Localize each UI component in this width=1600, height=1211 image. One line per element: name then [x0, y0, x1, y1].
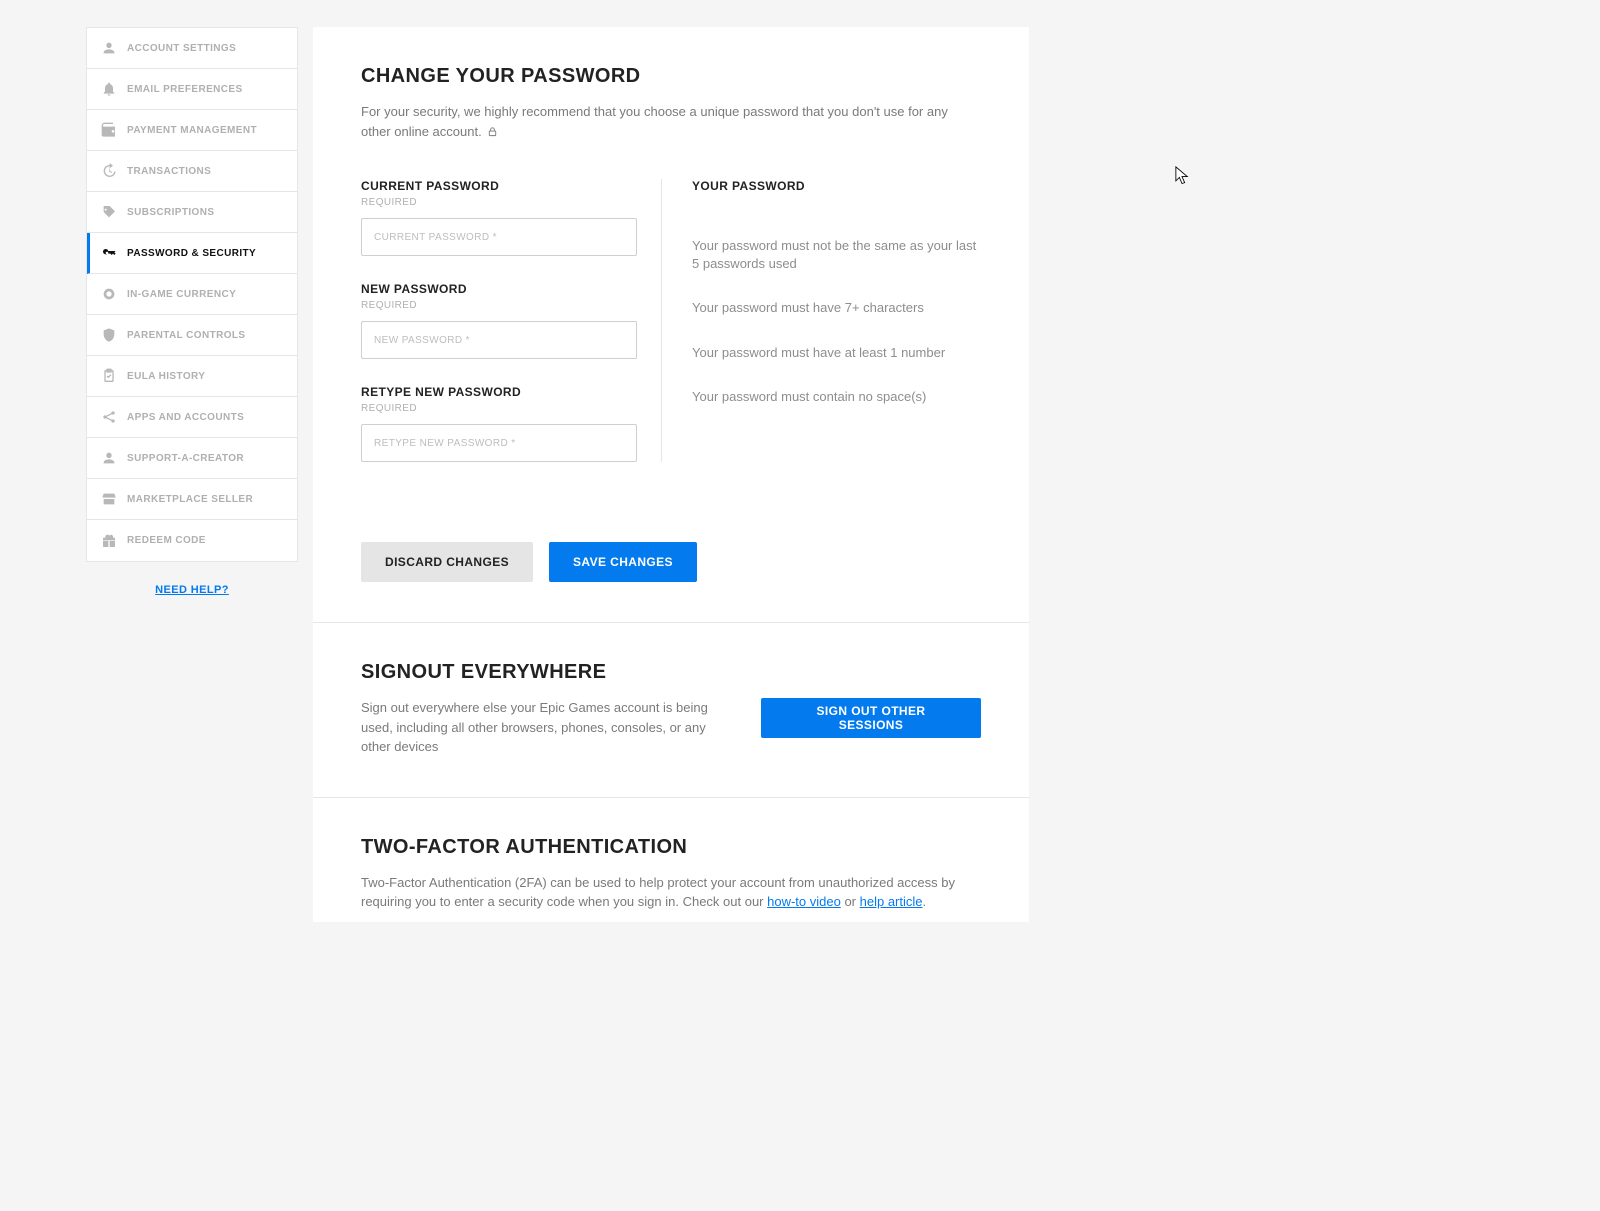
sidebar-item-label: IN-GAME CURRENCY: [127, 289, 236, 300]
shield-icon: [101, 327, 117, 343]
sidebar-item-label: PAYMENT MANAGEMENT: [127, 125, 257, 136]
password-rule: Your password must have at least 1 numbe…: [692, 344, 981, 362]
sidebar-item-redeem-code[interactable]: REDEEM CODE: [87, 520, 297, 561]
need-help-link[interactable]: NEED HELP?: [155, 584, 229, 596]
lock-icon: [487, 125, 498, 138]
sidebar-item-transactions[interactable]: TRANSACTIONS: [87, 151, 297, 192]
sidebar-item-label: EULA HISTORY: [127, 371, 205, 382]
two-factor-section: TWO-FACTOR AUTHENTICATION Two-Factor Aut…: [313, 798, 1029, 922]
signout-title: SIGNOUT EVERYWHERE: [361, 661, 981, 684]
password-rule: Your password must have 7+ characters: [692, 299, 981, 317]
person-icon: [101, 40, 117, 56]
clipboard-icon: [101, 368, 117, 384]
sidebar-item-label: PASSWORD & SECURITY: [127, 248, 256, 259]
sidebar-item-label: APPS AND ACCOUNTS: [127, 412, 244, 423]
current-password-label: CURRENT PASSWORD: [361, 179, 631, 193]
sidebar: ACCOUNT SETTINGS EMAIL PREFERENCES PAYME…: [86, 27, 298, 562]
coin-icon: [101, 286, 117, 302]
wallet-icon: [101, 122, 117, 138]
sidebar-item-label: REDEEM CODE: [127, 535, 206, 546]
password-rules-title: YOUR PASSWORD: [692, 179, 981, 193]
sidebar-item-label: SUBSCRIPTIONS: [127, 207, 214, 218]
password-rule: Your password must contain no space(s): [692, 388, 981, 406]
sidebar-item-marketplace-seller[interactable]: MARKETPLACE SELLER: [87, 479, 297, 520]
password-rules: YOUR PASSWORD Your password must not be …: [662, 179, 981, 462]
sidebar-item-eula-history[interactable]: EULA HISTORY: [87, 356, 297, 397]
password-form: CURRENT PASSWORD REQUIRED NEW PASSWORD R…: [361, 179, 661, 462]
new-password-label: NEW PASSWORD: [361, 282, 631, 296]
required-label: REQUIRED: [361, 300, 631, 311]
help-article-link[interactable]: help article: [860, 894, 923, 909]
change-password-description: For your security, we highly recommend t…: [361, 102, 981, 141]
current-password-input[interactable]: [361, 218, 637, 256]
required-label: REQUIRED: [361, 197, 631, 208]
sidebar-item-label: SUPPORT-A-CREATOR: [127, 453, 244, 464]
sidebar-item-email-preferences[interactable]: EMAIL PREFERENCES: [87, 69, 297, 110]
change-password-title: CHANGE YOUR PASSWORD: [361, 65, 981, 88]
bell-icon: [101, 81, 117, 97]
key-icon: [101, 245, 117, 261]
sidebar-item-parental-controls[interactable]: PARENTAL CONTROLS: [87, 315, 297, 356]
tag-icon: [101, 204, 117, 220]
sidebar-item-payment-management[interactable]: PAYMENT MANAGEMENT: [87, 110, 297, 151]
two-factor-title: TWO-FACTOR AUTHENTICATION: [361, 836, 981, 859]
discard-changes-button[interactable]: DISCARD CHANGES: [361, 542, 533, 582]
main-content: CHANGE YOUR PASSWORD For your security, …: [313, 27, 1029, 922]
person-icon: [101, 450, 117, 466]
sidebar-item-label: MARKETPLACE SELLER: [127, 494, 253, 505]
two-factor-description: Two-Factor Authentication (2FA) can be u…: [361, 873, 981, 912]
sidebar-item-in-game-currency[interactable]: IN-GAME CURRENCY: [87, 274, 297, 315]
sidebar-item-password-security[interactable]: PASSWORD & SECURITY: [87, 233, 297, 274]
sidebar-item-label: TRANSACTIONS: [127, 166, 211, 177]
retype-password-input[interactable]: [361, 424, 637, 462]
change-password-section: CHANGE YOUR PASSWORD For your security, …: [313, 27, 1029, 623]
password-rule: Your password must not be the same as yo…: [692, 237, 981, 273]
sidebar-column: ACCOUNT SETTINGS EMAIL PREFERENCES PAYME…: [86, 27, 298, 596]
sidebar-item-label: PARENTAL CONTROLS: [127, 330, 245, 341]
signout-section: SIGNOUT EVERYWHERE Sign out everywhere e…: [313, 623, 1029, 798]
share-icon: [101, 409, 117, 425]
how-to-video-link[interactable]: how-to video: [767, 894, 841, 909]
sidebar-item-apps-and-accounts[interactable]: APPS AND ACCOUNTS: [87, 397, 297, 438]
retype-password-label: RETYPE NEW PASSWORD: [361, 385, 631, 399]
required-label: REQUIRED: [361, 403, 631, 414]
sidebar-item-label: EMAIL PREFERENCES: [127, 84, 243, 95]
signout-description: Sign out everywhere else your Epic Games…: [361, 698, 721, 757]
sign-out-other-sessions-button[interactable]: SIGN OUT OTHER SESSIONS: [761, 698, 981, 738]
sidebar-item-subscriptions[interactable]: SUBSCRIPTIONS: [87, 192, 297, 233]
new-password-input[interactable]: [361, 321, 637, 359]
save-changes-button[interactable]: SAVE CHANGES: [549, 542, 697, 582]
store-icon: [101, 491, 117, 507]
gift-icon: [101, 533, 117, 549]
sidebar-item-label: ACCOUNT SETTINGS: [127, 43, 236, 54]
sidebar-item-support-a-creator[interactable]: SUPPORT-A-CREATOR: [87, 438, 297, 479]
history-icon: [101, 163, 117, 179]
sidebar-item-account-settings[interactable]: ACCOUNT SETTINGS: [87, 28, 297, 69]
need-help-link-container: NEED HELP?: [86, 584, 298, 596]
